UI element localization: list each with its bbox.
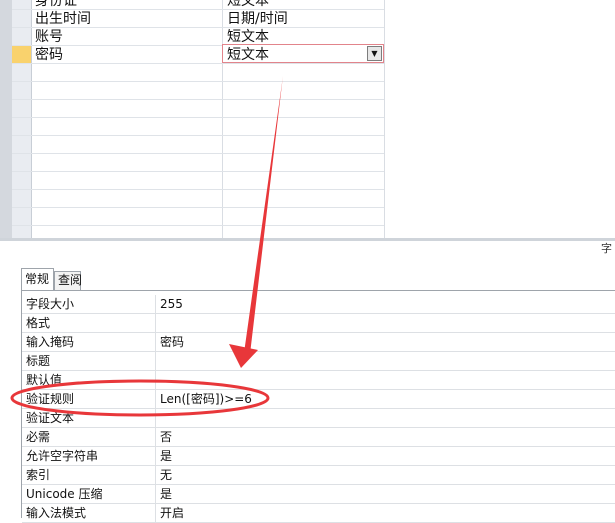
property-name: 标题	[22, 352, 156, 370]
field-data-type[interactable]: 日期/时间	[227, 8, 288, 28]
validation-rule-value[interactable]: Len([密码])>=6	[160, 390, 252, 408]
property-name: 必需	[22, 428, 156, 446]
property-name: 字段大小	[22, 295, 156, 313]
property-row[interactable]: Unicode 压缩 是	[22, 485, 615, 504]
column-divider	[384, 0, 385, 238]
empty-field-row[interactable]	[12, 154, 384, 172]
field-name[interactable]: 出生时间	[35, 8, 91, 28]
property-name: 验证规则	[22, 390, 156, 408]
empty-field-row[interactable]	[12, 190, 384, 208]
empty-field-row[interactable]	[12, 100, 384, 118]
field-properties-label: 字	[601, 242, 612, 255]
field-data-type[interactable]: 短文本	[227, 26, 269, 46]
property-value[interactable]: 否	[160, 428, 172, 446]
property-value[interactable]: 是	[160, 485, 172, 503]
property-value[interactable]: 无	[160, 466, 172, 484]
property-name: 允许空字符串	[22, 447, 156, 465]
empty-field-row[interactable]	[12, 208, 384, 226]
empty-field-row[interactable]	[12, 136, 384, 154]
property-row[interactable]: 字段大小 255	[22, 295, 615, 314]
property-name: 索引	[22, 466, 156, 484]
data-type-value[interactable]: 短文本	[227, 44, 269, 64]
row-selector-active[interactable]	[12, 46, 31, 63]
property-value[interactable]: 密码	[160, 333, 184, 351]
tab-general[interactable]: 常规	[21, 268, 54, 290]
empty-field-row[interactable]	[12, 82, 384, 100]
field-name[interactable]: 密码	[35, 44, 63, 64]
validation-rule-row[interactable]: 验证规则 Len([密码])>=6	[22, 390, 615, 409]
data-type-dropdown[interactable]: 短文本 ▼	[222, 44, 384, 63]
property-value[interactable]: 开启	[160, 504, 184, 522]
row-selector[interactable]	[12, 10, 31, 27]
property-row[interactable]: 标题	[22, 352, 615, 371]
table-design-grid: 身份证 短文本 出生时间 日期/时间 账号 短文本 密码 短文本 ▼	[0, 0, 615, 238]
property-row[interactable]: 输入法模式 开启	[22, 504, 615, 523]
row-selector[interactable]	[12, 0, 31, 9]
property-name: Unicode 压缩	[22, 485, 156, 503]
dropdown-arrow-icon[interactable]: ▼	[367, 46, 382, 61]
property-name: 输入掩码	[22, 333, 156, 351]
property-name: 验证文本	[22, 409, 156, 427]
empty-field-row[interactable]	[12, 64, 384, 82]
property-row[interactable]: 输入掩码 密码	[22, 333, 615, 352]
property-row[interactable]: 验证文本	[22, 409, 615, 428]
property-row[interactable]: 默认值	[22, 371, 615, 390]
property-row[interactable]: 允许空字符串 是	[22, 447, 615, 466]
field-name[interactable]: 账号	[35, 26, 63, 46]
property-name: 格式	[22, 314, 156, 332]
field-row[interactable]: 出生时间 日期/时间	[12, 10, 384, 28]
property-value[interactable]: 255	[160, 295, 183, 313]
field-properties-panel: 字段大小 255 格式 输入掩码 密码 标题 默认值 验证规则 Len([密码]…	[21, 290, 615, 523]
property-row[interactable]: 格式	[22, 314, 615, 333]
pane-splitter[interactable]	[0, 238, 615, 241]
empty-field-row[interactable]	[12, 118, 384, 136]
property-name: 默认值	[22, 371, 156, 389]
property-value[interactable]: 是	[160, 447, 172, 465]
row-selector[interactable]	[12, 28, 31, 45]
property-row[interactable]: 必需 否	[22, 428, 615, 447]
tab-lookup[interactable]: 查阅	[54, 271, 82, 290]
property-name: 输入法模式	[22, 504, 156, 522]
property-row[interactable]: 索引 无	[22, 466, 615, 485]
empty-field-row[interactable]	[12, 172, 384, 190]
